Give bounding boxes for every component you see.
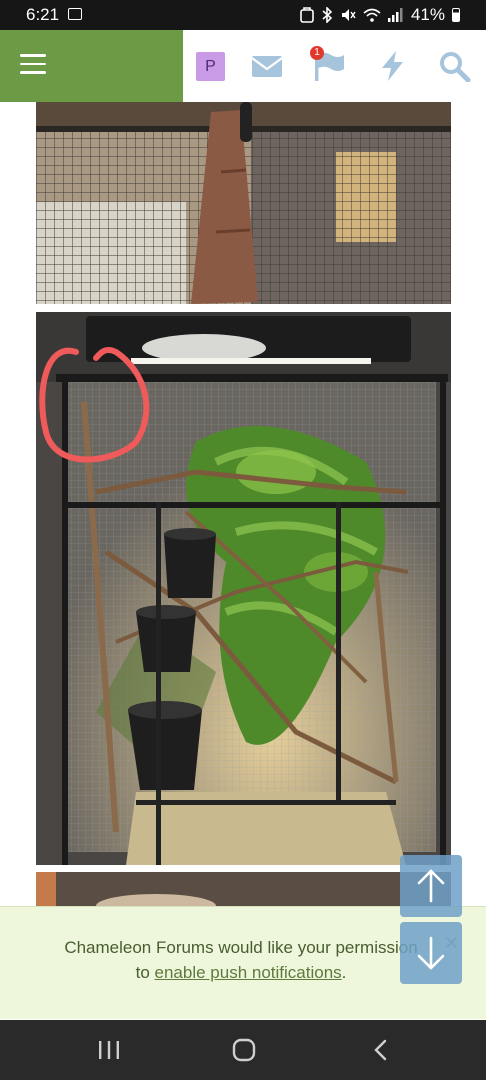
signal-icon — [387, 8, 403, 22]
enable-push-link[interactable]: enable push notifications — [155, 963, 342, 982]
wifi-icon — [363, 8, 381, 22]
search-icon[interactable] — [438, 50, 472, 82]
arrow-up-icon — [417, 869, 445, 903]
status-time: 6:21 — [26, 5, 60, 24]
status-bar: 6:21 41% — [0, 0, 486, 30]
scroll-top-button[interactable] — [400, 855, 462, 917]
home-icon[interactable] — [229, 1038, 259, 1062]
push-notice-period: . — [341, 963, 347, 982]
scroll-bottom-button[interactable] — [400, 922, 462, 984]
envelope-icon[interactable] — [250, 50, 284, 82]
forum-header: P 1 — [0, 30, 486, 102]
push-notice-text: Chameleon Forums would like your permiss… — [26, 935, 456, 985]
bluetooth-icon — [322, 7, 333, 23]
push-notice-message: Chameleon Forums would like your permiss… — [64, 938, 418, 957]
menu-block — [0, 30, 183, 102]
back-icon[interactable] — [366, 1038, 396, 1062]
alerts-badge: 1 — [310, 46, 324, 60]
status-icons: 41% — [300, 5, 460, 25]
mute-icon — [341, 9, 356, 21]
menu-icon[interactable] — [20, 54, 46, 74]
navigation-bar — [0, 1020, 486, 1080]
battery-percent: 41% — [410, 5, 445, 24]
push-notice-to: to — [135, 963, 155, 982]
enclosure-top-photo[interactable] — [36, 102, 451, 304]
battery-icon — [452, 8, 460, 22]
recents-icon[interactable] — [94, 1038, 124, 1062]
avatar[interactable]: P — [196, 52, 225, 81]
arrow-down-icon — [417, 936, 445, 970]
nfc-icon — [300, 7, 314, 23]
image-icon — [68, 8, 82, 20]
enclosure-photo[interactable] — [36, 312, 451, 865]
bolt-icon[interactable] — [376, 50, 410, 82]
